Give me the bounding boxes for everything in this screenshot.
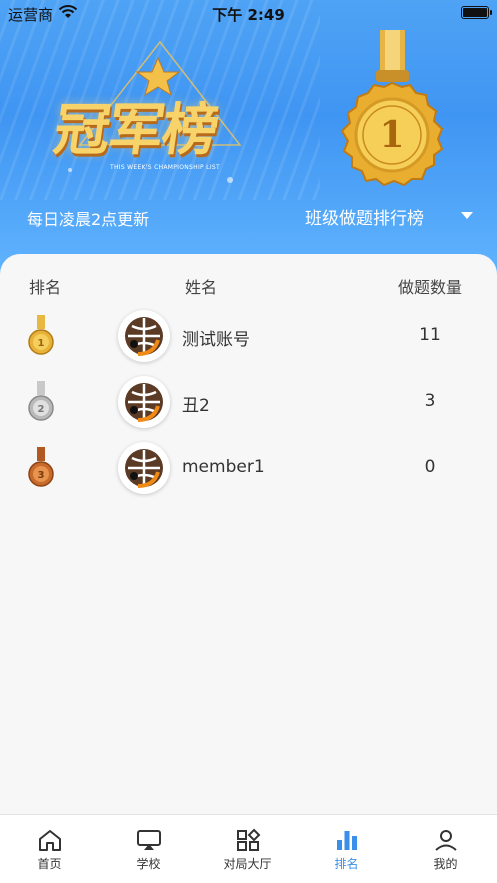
chevron-down-icon[interactable]: [461, 212, 473, 219]
school-icon: [137, 830, 161, 850]
dropdown-label: 班级做题排行榜: [305, 209, 424, 229]
tab-lobby[interactable]: 对局大厅: [198, 815, 297, 883]
column-header-count: 做题数量: [398, 278, 463, 297]
globe-logo-icon: [125, 449, 163, 488]
profile-icon: [435, 830, 457, 851]
tab-label: 首页: [37, 857, 62, 871]
medal-rank-number: 1: [38, 338, 45, 349]
leaderboard-type-dropdown[interactable]: 班级做题排行榜: [305, 204, 424, 229]
tab-label: 排名: [334, 857, 359, 871]
battery-icon: [461, 6, 492, 19]
gold-medal-icon: 1: [28, 315, 54, 355]
home-icon: [39, 830, 61, 851]
update-schedule-note: 每日凌晨2点更新: [27, 210, 150, 229]
ranking-icon: [337, 831, 357, 850]
tab-label: 学校: [136, 857, 161, 871]
question-count: 3: [424, 391, 436, 411]
avatar: [118, 442, 170, 494]
tab-ranking[interactable]: 排名: [297, 815, 396, 883]
tab-school[interactable]: 学校: [99, 815, 198, 883]
medal-rank-number: 2: [38, 404, 45, 415]
status-bar: 运营商 下午 2:49: [0, 0, 497, 26]
question-count: 11: [419, 325, 441, 345]
avatar: [118, 376, 170, 428]
question-count: 0: [424, 457, 436, 477]
championship-subtitle: THIS WEEK'S CHAMPIONSHIP LIST: [110, 164, 220, 171]
medal-rank-number: 3: [38, 470, 45, 481]
column-header-name: 姓名: [185, 278, 218, 297]
tab-label: 我的: [433, 857, 458, 871]
lobby-icon: [237, 828, 261, 851]
ranking-row: 3 member1 0: [0, 437, 497, 499]
silver-medal-icon: 2: [28, 381, 54, 421]
ranking-row: 2 丑2 3: [0, 371, 497, 433]
clock: 下午 2:49: [212, 6, 285, 24]
column-header-rank: 排名: [29, 278, 62, 297]
hero-banner: 运营商 下午 2:49 冠军榜 THIS WEEK'S CHAMPIONSHIP…: [0, 0, 497, 290]
championship-title: 冠军榜: [49, 97, 222, 163]
globe-logo-icon: [125, 317, 163, 356]
bronze-medal-icon: 3: [28, 447, 54, 487]
tab-profile[interactable]: 我的: [396, 815, 495, 883]
avatar: [118, 310, 170, 362]
ranking-row: 1 测试账号 11: [0, 305, 497, 367]
gold-trophy-medal-icon: 1: [340, 30, 444, 187]
bottom-tab-bar: 首页 学校 对局大厅 排名 我的: [0, 814, 497, 883]
member-name: 丑2: [182, 396, 210, 416]
globe-logo-icon: [125, 383, 163, 422]
tab-home[interactable]: 首页: [0, 815, 99, 883]
member-name: 测试账号: [182, 330, 250, 350]
tab-label: 对局大厅: [223, 857, 272, 871]
member-name: member1: [182, 457, 265, 477]
big-medal-number: 1: [379, 114, 404, 156]
